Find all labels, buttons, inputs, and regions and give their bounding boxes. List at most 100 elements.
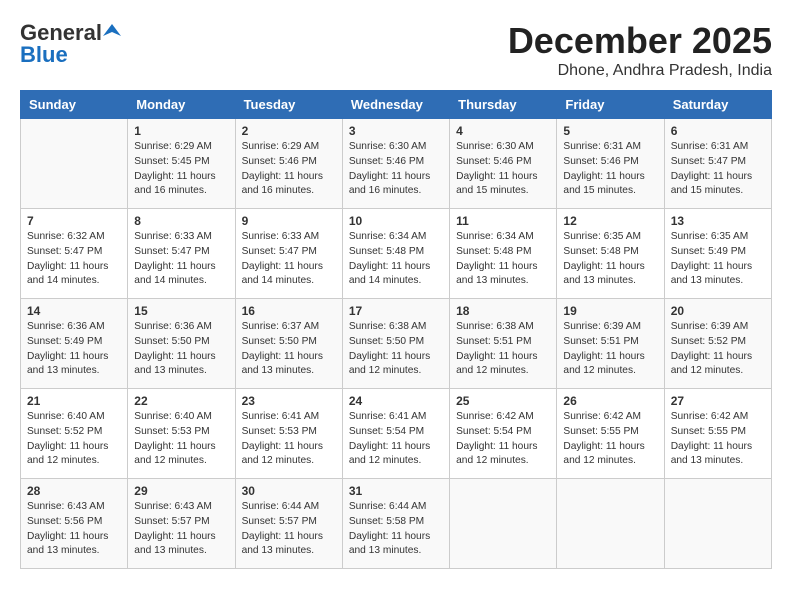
day-info: Sunrise: 6:35 AM Sunset: 5:49 PM Dayligh…: [671, 230, 765, 289]
day-info: Sunrise: 6:35 AM Sunset: 5:48 PM Dayligh…: [563, 230, 657, 289]
day-number: 21: [27, 394, 121, 408]
day-info: Sunrise: 6:29 AM Sunset: 5:45 PM Dayligh…: [134, 140, 228, 199]
calendar-cell: 9 Sunrise: 6:33 AM Sunset: 5:47 PM Daylig…: [235, 209, 342, 299]
day-info: Sunrise: 6:36 AM Sunset: 5:50 PM Dayligh…: [134, 320, 228, 379]
calendar-cell: 24 Sunrise: 6:41 AM Sunset: 5:54 PM Dayli…: [342, 389, 449, 479]
day-number: 11: [456, 214, 550, 228]
calendar-cell: 29 Sunrise: 6:43 AM Sunset: 5:57 PM Dayli…: [128, 479, 235, 569]
day-number: 15: [134, 304, 228, 318]
calendar-header: SundayMondayTuesdayWednesdayThursdayFrid…: [21, 91, 772, 119]
day-number: 28: [27, 484, 121, 498]
day-number: 17: [349, 304, 443, 318]
calendar-cell: 12 Sunrise: 6:35 AM Sunset: 5:48 PM Dayli…: [557, 209, 664, 299]
day-info: Sunrise: 6:31 AM Sunset: 5:46 PM Dayligh…: [563, 140, 657, 199]
month-title: December 2025: [508, 20, 772, 62]
day-info: Sunrise: 6:41 AM Sunset: 5:54 PM Dayligh…: [349, 410, 443, 469]
calendar-cell: 23Sunrise: 6:41 AM Sunset: 5:53 PM Dayli…: [235, 389, 342, 479]
location: Dhone, Andhra Pradesh, India: [508, 62, 772, 80]
day-info: Sunrise: 6:32 AM Sunset: 5:47 PM Dayligh…: [27, 230, 121, 289]
day-info: Sunrise: 6:39 AM Sunset: 5:51 PM Dayligh…: [563, 320, 657, 379]
day-info: Sunrise: 6:40 AM Sunset: 5:52 PM Dayligh…: [27, 410, 121, 469]
col-header-wednesday: Wednesday: [342, 91, 449, 119]
col-header-friday: Friday: [557, 91, 664, 119]
calendar-cell: 26 Sunrise: 6:42 AM Sunset: 5:55 PM Dayli…: [557, 389, 664, 479]
calendar-cell: 27 Sunrise: 6:42 AM Sunset: 5:55 PM Dayli…: [664, 389, 771, 479]
day-info: Sunrise: 6:40 AM Sunset: 5:53 PM Dayligh…: [134, 410, 228, 469]
calendar-cell: 7 Sunrise: 6:32 AM Sunset: 5:47 PM Daylig…: [21, 209, 128, 299]
calendar-cell: [450, 479, 557, 569]
day-info: Sunrise: 6:36 AM Sunset: 5:49 PM Dayligh…: [27, 320, 121, 379]
calendar-cell: 20Sunrise: 6:39 AM Sunset: 5:52 PM Dayli…: [664, 299, 771, 389]
day-number: 31: [349, 484, 443, 498]
day-info: Sunrise: 6:43 AM Sunset: 5:56 PM Dayligh…: [27, 500, 121, 559]
calendar-cell: 6Sunrise: 6:31 AM Sunset: 5:47 PM Daylig…: [664, 119, 771, 209]
col-header-thursday: Thursday: [450, 91, 557, 119]
calendar-cell: 17 Sunrise: 6:38 AM Sunset: 5:50 PM Dayli…: [342, 299, 449, 389]
calendar-week-row: 14Sunrise: 6:36 AM Sunset: 5:49 PM Dayli…: [21, 299, 772, 389]
day-info: Sunrise: 6:34 AM Sunset: 5:48 PM Dayligh…: [349, 230, 443, 289]
day-number: 27: [671, 394, 765, 408]
day-number: 18: [456, 304, 550, 318]
day-info: Sunrise: 6:29 AM Sunset: 5:46 PM Dayligh…: [242, 140, 336, 199]
calendar-cell: 30Sunrise: 6:44 AM Sunset: 5:57 PM Dayli…: [235, 479, 342, 569]
col-header-tuesday: Tuesday: [235, 91, 342, 119]
day-info: Sunrise: 6:43 AM Sunset: 5:57 PM Dayligh…: [134, 500, 228, 559]
day-info: Sunrise: 6:33 AM Sunset: 5:47 PM Dayligh…: [134, 230, 228, 289]
day-info: Sunrise: 6:42 AM Sunset: 5:54 PM Dayligh…: [456, 410, 550, 469]
calendar-week-row: 7 Sunrise: 6:32 AM Sunset: 5:47 PM Daylig…: [21, 209, 772, 299]
calendar-cell: 22 Sunrise: 6:40 AM Sunset: 5:53 PM Dayli…: [128, 389, 235, 479]
day-number: 9: [242, 214, 336, 228]
calendar-cell: 31 Sunrise: 6:44 AM Sunset: 5:58 PM Dayli…: [342, 479, 449, 569]
day-number: 22: [134, 394, 228, 408]
calendar-week-row: 21 Sunrise: 6:40 AM Sunset: 5:52 PM Dayli…: [21, 389, 772, 479]
calendar-cell: 10 Sunrise: 6:34 AM Sunset: 5:48 PM Dayli…: [342, 209, 449, 299]
day-info: Sunrise: 6:42 AM Sunset: 5:55 PM Dayligh…: [563, 410, 657, 469]
calendar-cell: 2 Sunrise: 6:29 AM Sunset: 5:46 PM Daylig…: [235, 119, 342, 209]
calendar-cell: 18 Sunrise: 6:38 AM Sunset: 5:51 PM Dayli…: [450, 299, 557, 389]
day-info: Sunrise: 6:39 AM Sunset: 5:52 PM Dayligh…: [671, 320, 765, 379]
day-number: 30: [242, 484, 336, 498]
day-number: 2: [242, 124, 336, 138]
day-info: Sunrise: 6:44 AM Sunset: 5:58 PM Dayligh…: [349, 500, 443, 559]
calendar-cell: 5Sunrise: 6:31 AM Sunset: 5:46 PM Daylig…: [557, 119, 664, 209]
calendar-cell: 13Sunrise: 6:35 AM Sunset: 5:49 PM Dayli…: [664, 209, 771, 299]
day-number: 19: [563, 304, 657, 318]
day-number: 3: [349, 124, 443, 138]
day-number: 23: [242, 394, 336, 408]
logo-bird-icon: [103, 22, 121, 40]
day-info: Sunrise: 6:30 AM Sunset: 5:46 PM Dayligh…: [349, 140, 443, 199]
day-number: 12: [563, 214, 657, 228]
calendar-cell: [557, 479, 664, 569]
page-header: General Blue December 2025 Dhone, Andhra…: [20, 20, 772, 80]
col-header-saturday: Saturday: [664, 91, 771, 119]
calendar-cell: 28 Sunrise: 6:43 AM Sunset: 5:56 PM Dayli…: [21, 479, 128, 569]
day-number: 7: [27, 214, 121, 228]
day-number: 10: [349, 214, 443, 228]
day-number: 6: [671, 124, 765, 138]
day-number: 29: [134, 484, 228, 498]
calendar-cell: 1Sunrise: 6:29 AM Sunset: 5:45 PM Daylig…: [128, 119, 235, 209]
day-info: Sunrise: 6:33 AM Sunset: 5:47 PM Dayligh…: [242, 230, 336, 289]
day-number: 4: [456, 124, 550, 138]
calendar-cell: 14Sunrise: 6:36 AM Sunset: 5:49 PM Dayli…: [21, 299, 128, 389]
day-info: Sunrise: 6:42 AM Sunset: 5:55 PM Dayligh…: [671, 410, 765, 469]
calendar-cell: 15 Sunrise: 6:36 AM Sunset: 5:50 PM Dayli…: [128, 299, 235, 389]
day-number: 24: [349, 394, 443, 408]
day-info: Sunrise: 6:38 AM Sunset: 5:51 PM Dayligh…: [456, 320, 550, 379]
calendar-cell: 16Sunrise: 6:37 AM Sunset: 5:50 PM Dayli…: [235, 299, 342, 389]
logo-blue: Blue: [20, 42, 68, 68]
calendar-cell: [664, 479, 771, 569]
day-number: 26: [563, 394, 657, 408]
day-info: Sunrise: 6:37 AM Sunset: 5:50 PM Dayligh…: [242, 320, 336, 379]
col-header-sunday: Sunday: [21, 91, 128, 119]
day-info: Sunrise: 6:38 AM Sunset: 5:50 PM Dayligh…: [349, 320, 443, 379]
calendar-cell: 4 Sunrise: 6:30 AM Sunset: 5:46 PM Daylig…: [450, 119, 557, 209]
calendar-cell: 3 Sunrise: 6:30 AM Sunset: 5:46 PM Daylig…: [342, 119, 449, 209]
day-info: Sunrise: 6:30 AM Sunset: 5:46 PM Dayligh…: [456, 140, 550, 199]
calendar-cell: [21, 119, 128, 209]
day-number: 8: [134, 214, 228, 228]
calendar-cell: 25Sunrise: 6:42 AM Sunset: 5:54 PM Dayli…: [450, 389, 557, 479]
calendar-cell: 21 Sunrise: 6:40 AM Sunset: 5:52 PM Dayli…: [21, 389, 128, 479]
col-header-monday: Monday: [128, 91, 235, 119]
calendar-week-row: 28 Sunrise: 6:43 AM Sunset: 5:56 PM Dayli…: [21, 479, 772, 569]
